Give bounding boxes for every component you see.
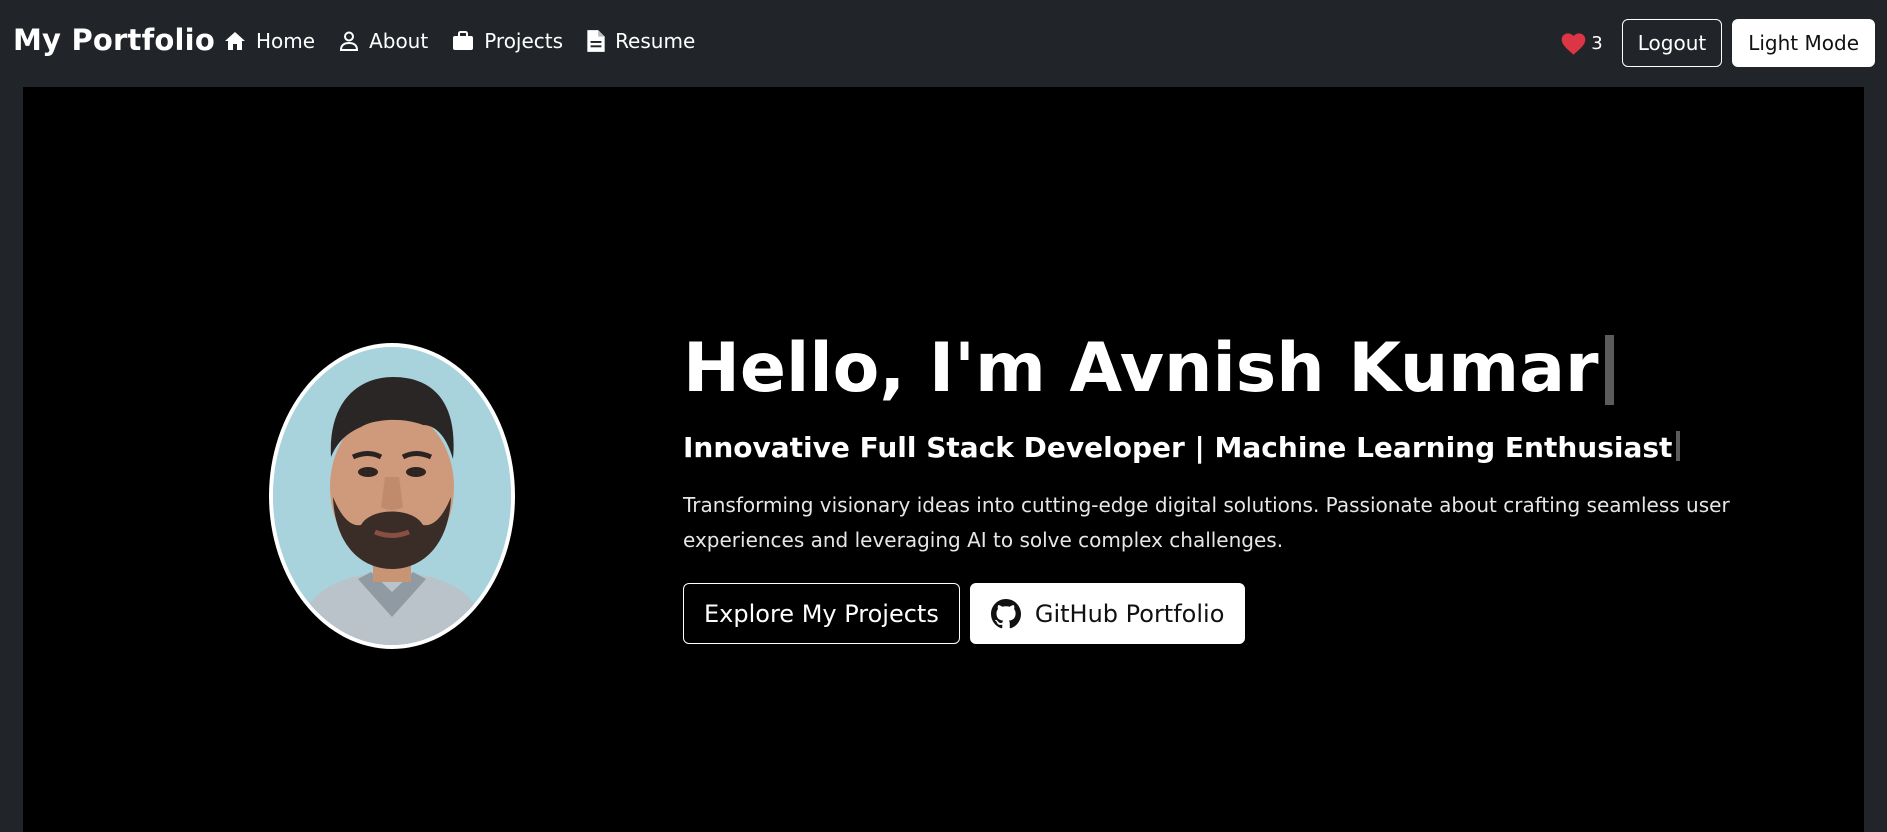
nav-link-label: Home bbox=[256, 29, 316, 53]
typing-cursor bbox=[1676, 431, 1681, 461]
nav-link-label: Projects bbox=[484, 29, 564, 53]
heart-icon bbox=[1561, 32, 1586, 55]
like-button[interactable]: 3 bbox=[1560, 31, 1603, 56]
home-icon bbox=[225, 32, 245, 50]
typing-cursor bbox=[1604, 335, 1614, 405]
github-icon bbox=[990, 598, 1021, 628]
nav-link-projects[interactable]: Projects bbox=[450, 29, 563, 53]
hero-headline-text: Hello, I'm Avnish Kumar bbox=[683, 329, 1599, 408]
hero-description: Transforming visionary ideas into cuttin… bbox=[683, 493, 1730, 552]
person-icon bbox=[340, 31, 359, 51]
github-portfolio-button[interactable]: GitHub Portfolio bbox=[969, 583, 1246, 644]
nav-link-home[interactable]: Home bbox=[222, 29, 315, 53]
logout-button[interactable]: Logout bbox=[1621, 19, 1723, 67]
nav-link-label: Resume bbox=[615, 29, 696, 53]
hero-subtitle-text: Innovative Full Stack Developer | Machin… bbox=[683, 431, 1673, 464]
document-icon bbox=[587, 30, 605, 52]
navbar: My Portfolio Home About Projects Resume … bbox=[0, 0, 1887, 87]
nav-link-label: About bbox=[369, 29, 429, 53]
cta-row: Explore My Projects GitHub Portfolio bbox=[683, 583, 1803, 644]
github-portfolio-label: GitHub Portfolio bbox=[1034, 599, 1225, 628]
explore-projects-button[interactable]: Explore My Projects bbox=[683, 583, 960, 644]
navbar-right-controls: 3 Logout Light Mode bbox=[1560, 19, 1875, 67]
hero-subtitle: Innovative Full Stack Developer | Machin… bbox=[683, 431, 1803, 464]
light-mode-toggle[interactable]: Light Mode bbox=[1732, 19, 1875, 67]
like-count: 3 bbox=[1591, 32, 1603, 54]
briefcase-icon bbox=[453, 31, 474, 50]
hero-headline: Hello, I'm Avnish Kumar bbox=[683, 335, 1803, 405]
nav-links: Home About Projects Resume bbox=[222, 28, 717, 54]
nav-link-resume[interactable]: Resume bbox=[585, 28, 695, 54]
hero-text: Hello, I'm Avnish Kumar Innovative Full … bbox=[683, 335, 1803, 644]
nav-link-about[interactable]: About bbox=[337, 29, 428, 53]
profile-photo-illustration bbox=[273, 347, 511, 645]
hero-section: Hello, I'm Avnish Kumar Innovative Full … bbox=[23, 87, 1864, 832]
profile-photo bbox=[269, 343, 515, 649]
brand-logo[interactable]: My Portfolio bbox=[13, 23, 215, 57]
